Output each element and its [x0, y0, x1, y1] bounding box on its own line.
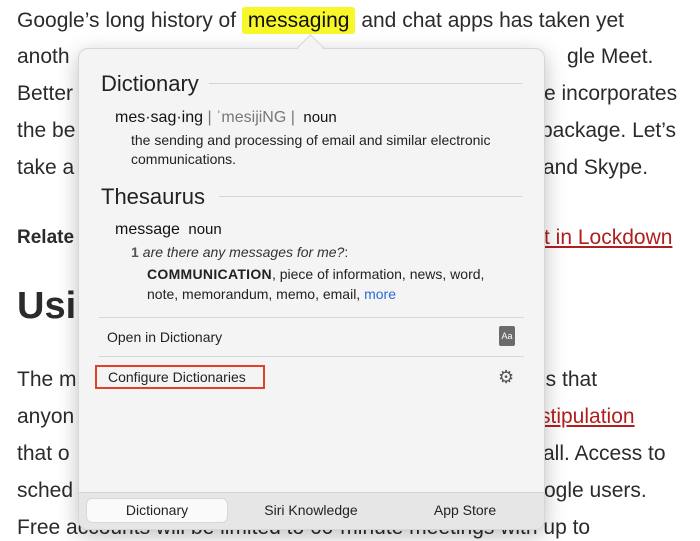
- tab-app-store[interactable]: App Store: [395, 499, 535, 522]
- dictionary-headword: mes·sag·ing | ˈmesijiNG | noun: [115, 109, 337, 127]
- dictionary-definition: the sending and processing of email and …: [131, 132, 491, 167]
- headword-text: message: [115, 221, 180, 238]
- article-line-11: sched ogle users.: [17, 478, 647, 504]
- article-text: Google’s long history of: [17, 9, 237, 32]
- divider: [219, 196, 522, 197]
- tab-siri-knowledge[interactable]: Siri Knowledge: [241, 499, 381, 522]
- open-in-dictionary-button[interactable]: Open in Dictionary: [107, 329, 222, 345]
- article-line-2: anoth gle Meet.: [17, 44, 653, 70]
- thesaurus-section-title: Thesaurus: [101, 184, 205, 209]
- related-label: Relate: [17, 227, 75, 248]
- article-text: ogle users.: [544, 479, 647, 502]
- lookup-popover: Dictionary mes·sag·ing | ˈmesijiNG | nou…: [78, 48, 545, 530]
- part-of-speech: noun: [303, 109, 337, 126]
- article-line-9: anyon stipulation: [17, 404, 635, 430]
- synonym-list: COMMUNICATION, piece of information, new…: [147, 264, 517, 304]
- related-line: Relate t in Lockdown: [17, 225, 672, 251]
- section-heading: Usi: [17, 285, 77, 327]
- article-line-4: the be package. Let’s: [17, 118, 676, 144]
- related-article-link[interactable]: t in Lockdown: [544, 225, 672, 251]
- divider: [99, 356, 524, 357]
- dictionary-section-title: Dictionary: [101, 71, 199, 96]
- article-text: and Skype.: [543, 156, 649, 179]
- article-text: all. Access to: [543, 442, 666, 465]
- article-text: anoth: [17, 45, 70, 68]
- divider: [99, 317, 524, 318]
- article-line-8: The m is that: [17, 367, 597, 393]
- thesaurus-headword: message noun: [115, 221, 222, 239]
- article-text: The m: [17, 368, 77, 391]
- article-line-5: take a and Skype.: [17, 155, 648, 181]
- more-link[interactable]: more: [364, 286, 396, 302]
- article-text: that o: [17, 442, 70, 465]
- sense-number: 1: [131, 244, 139, 260]
- article-text: anyon: [17, 405, 75, 428]
- divider: [209, 83, 522, 84]
- article-text: Better: [17, 82, 74, 105]
- stipulation-link[interactable]: stipulation: [540, 404, 635, 430]
- article-text: and chat apps has taken yet: [361, 9, 625, 32]
- article-line-3: Better e incorporates: [17, 81, 677, 107]
- pronunciation: | ˈmesijiNG |: [207, 109, 295, 126]
- dictionary-book-icon[interactable]: Aa: [499, 326, 515, 346]
- lookup-tab-bar: Dictionary Siri Knowledge App Store: [79, 492, 544, 529]
- headword-text: mes·sag·ing: [115, 109, 204, 126]
- article-line-1: Google’s long history of messaging and c…: [17, 7, 625, 34]
- thesaurus-sense: 1 are there any messages for me?:: [131, 244, 348, 260]
- tab-dictionary[interactable]: Dictionary: [87, 499, 227, 522]
- article-text: the be: [17, 119, 76, 142]
- article-text: sched: [17, 479, 74, 502]
- highlighted-word[interactable]: messaging: [241, 7, 356, 34]
- article-text: e incorporates: [544, 82, 678, 105]
- gear-icon[interactable]: ⚙: [498, 367, 514, 388]
- configure-dictionaries-button[interactable]: Configure Dictionaries: [95, 365, 265, 389]
- sense-suffix: :: [344, 244, 349, 260]
- synonym-head: COMMUNICATION: [147, 266, 272, 282]
- article-line-10: that o all. Access to: [17, 441, 666, 467]
- article-text: is that: [541, 368, 598, 391]
- article-text: take a: [17, 156, 75, 179]
- article-text: gle Meet.: [567, 45, 654, 68]
- sense-example: are there any messages for me?: [142, 244, 345, 260]
- article-text: package. Let’s: [541, 119, 677, 142]
- part-of-speech: noun: [188, 221, 222, 238]
